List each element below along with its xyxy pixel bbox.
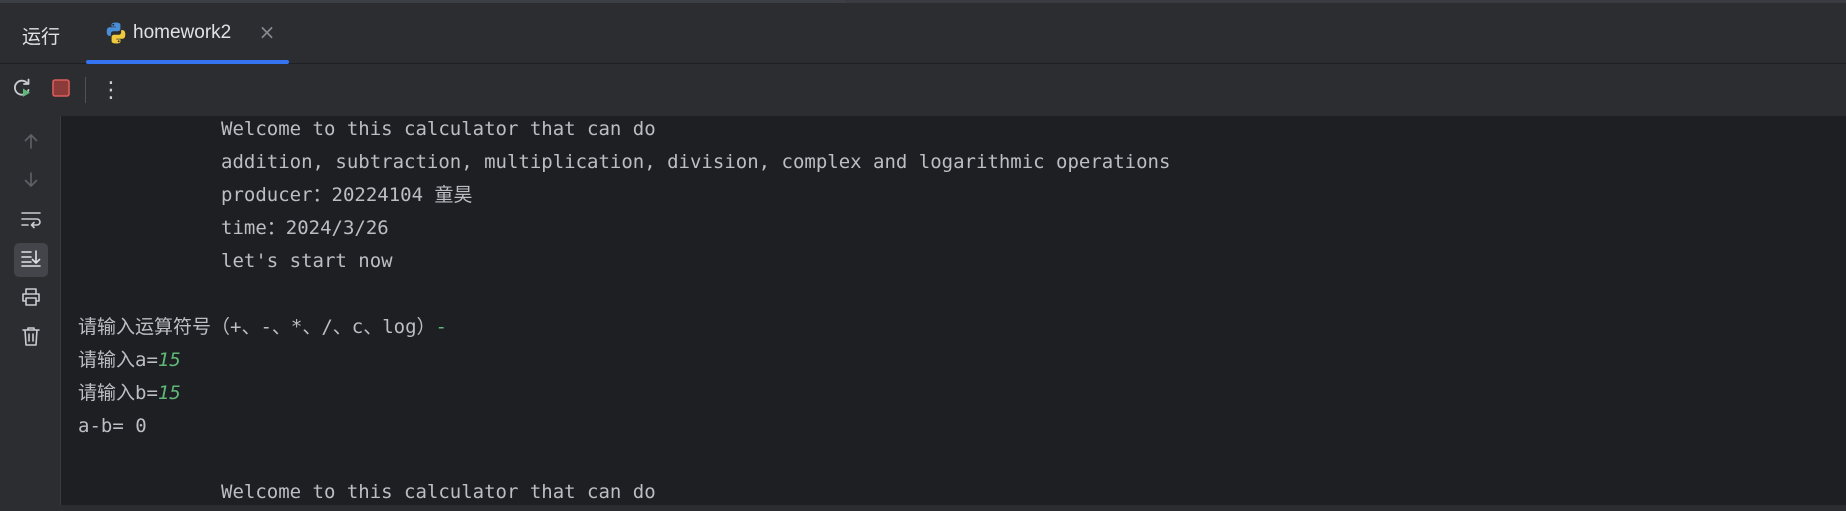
- close-icon[interactable]: ×: [258, 22, 276, 42]
- scroll-to-end-icon: [20, 248, 42, 272]
- run-toolbar: ⋮: [0, 64, 1846, 116]
- b-prompt: 请输入b=: [78, 382, 158, 404]
- python-icon: [104, 21, 128, 45]
- print-icon: [20, 286, 42, 312]
- more-button[interactable]: ⋮: [97, 76, 125, 104]
- a-prompt: 请输入a=: [78, 349, 158, 371]
- trash-icon: [20, 325, 42, 351]
- bottom-border: [0, 505, 1846, 511]
- clear-all-button[interactable]: [14, 321, 48, 355]
- console-line-b-prompt: 请输入b=15: [78, 380, 181, 406]
- arrow-down-icon: [21, 170, 41, 194]
- console-line: let's start now: [221, 250, 393, 272]
- console-output[interactable]: Welcome to this calculator that can do a…: [61, 116, 1846, 511]
- arrow-up-icon: [21, 131, 41, 155]
- tab-label: homework2: [133, 22, 232, 43]
- previous-occurrence-button[interactable]: [14, 126, 48, 160]
- tab-homework2[interactable]: homework2 ×: [86, 3, 289, 63]
- console-line: time：2024/3/26: [221, 217, 389, 239]
- operator-prompt: 请输入运算符号（+、-、*、/、c、log）: [78, 316, 436, 338]
- run-tool-window: 运行 homework2 × ⋮ Welcome to this calcula…: [0, 0, 1846, 511]
- soft-wrap-icon: [20, 209, 42, 233]
- more-icon: ⋮: [100, 77, 122, 103]
- console-line: Welcome to this calculator that can do: [221, 118, 656, 140]
- console-line: addition, subtraction, multiplication, d…: [221, 151, 1171, 173]
- run-panel-header: 运行 homework2 ×: [0, 3, 1846, 64]
- console-line-a-prompt: 请输入a=15: [78, 347, 181, 373]
- toolbar-separator: [85, 77, 86, 103]
- rerun-icon: [10, 76, 34, 104]
- stop-button[interactable]: [47, 76, 75, 104]
- soft-wrap-button[interactable]: [14, 204, 48, 238]
- operator-input: -: [435, 316, 447, 338]
- b-input: 15: [157, 382, 181, 404]
- console-line-result: a-b= 0: [78, 415, 147, 437]
- console-line-operator-prompt: 请输入运算符号（+、-、*、/、c、log）-: [78, 314, 447, 340]
- stop-icon: [50, 77, 72, 103]
- console-line: Welcome to this calculator that can do: [221, 481, 656, 503]
- console-line: producer：20224104 童昊: [221, 184, 473, 206]
- panel-title: 运行: [22, 26, 61, 48]
- rerun-button[interactable]: [8, 76, 36, 104]
- print-button[interactable]: [14, 282, 48, 316]
- a-input: 15: [157, 349, 181, 371]
- console-side-toolbar: [0, 116, 61, 511]
- next-occurrence-button[interactable]: [14, 165, 48, 199]
- scroll-to-end-button[interactable]: [14, 243, 48, 277]
